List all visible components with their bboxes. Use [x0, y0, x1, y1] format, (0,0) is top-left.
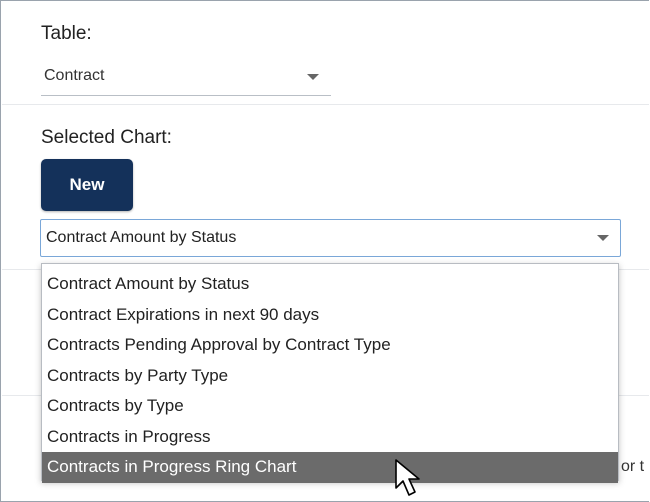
new-chart-button[interactable]: New: [41, 159, 133, 211]
chart-option[interactable]: Contracts by Party Type: [42, 361, 618, 392]
chart-select[interactable]: Contract Amount by Status: [40, 219, 621, 257]
chart-option[interactable]: Contract Expirations in next 90 days: [42, 300, 618, 331]
selected-chart-label: Selected Chart:: [41, 127, 172, 148]
section-divider: [2, 104, 649, 105]
chart-option[interactable]: Contracts in Progress: [42, 422, 618, 453]
chart-option[interactable]: Contracts by Type: [42, 391, 618, 422]
chart-select-value: Contract Amount by Status: [46, 229, 237, 246]
chart-dropdown-list: Contract Amount by Status Contract Expir…: [41, 263, 619, 483]
table-select-value: Contract: [44, 67, 105, 84]
chevron-down-icon: [597, 235, 609, 241]
chart-option[interactable]: Contracts Pending Approval by Contract T…: [42, 330, 618, 361]
chevron-down-icon: [307, 74, 319, 80]
chart-option-highlighted[interactable]: Contracts in Progress Ring Chart: [42, 452, 618, 483]
chart-settings-panel: Table: Contract Selected Chart: New Cont…: [0, 0, 649, 502]
table-label: Table:: [41, 23, 92, 44]
obscured-background-text: or t: [621, 458, 645, 475]
mouse-pointer-icon: [395, 459, 420, 496]
table-select[interactable]: Contract: [41, 63, 331, 96]
chart-option[interactable]: Contract Amount by Status: [42, 269, 618, 300]
